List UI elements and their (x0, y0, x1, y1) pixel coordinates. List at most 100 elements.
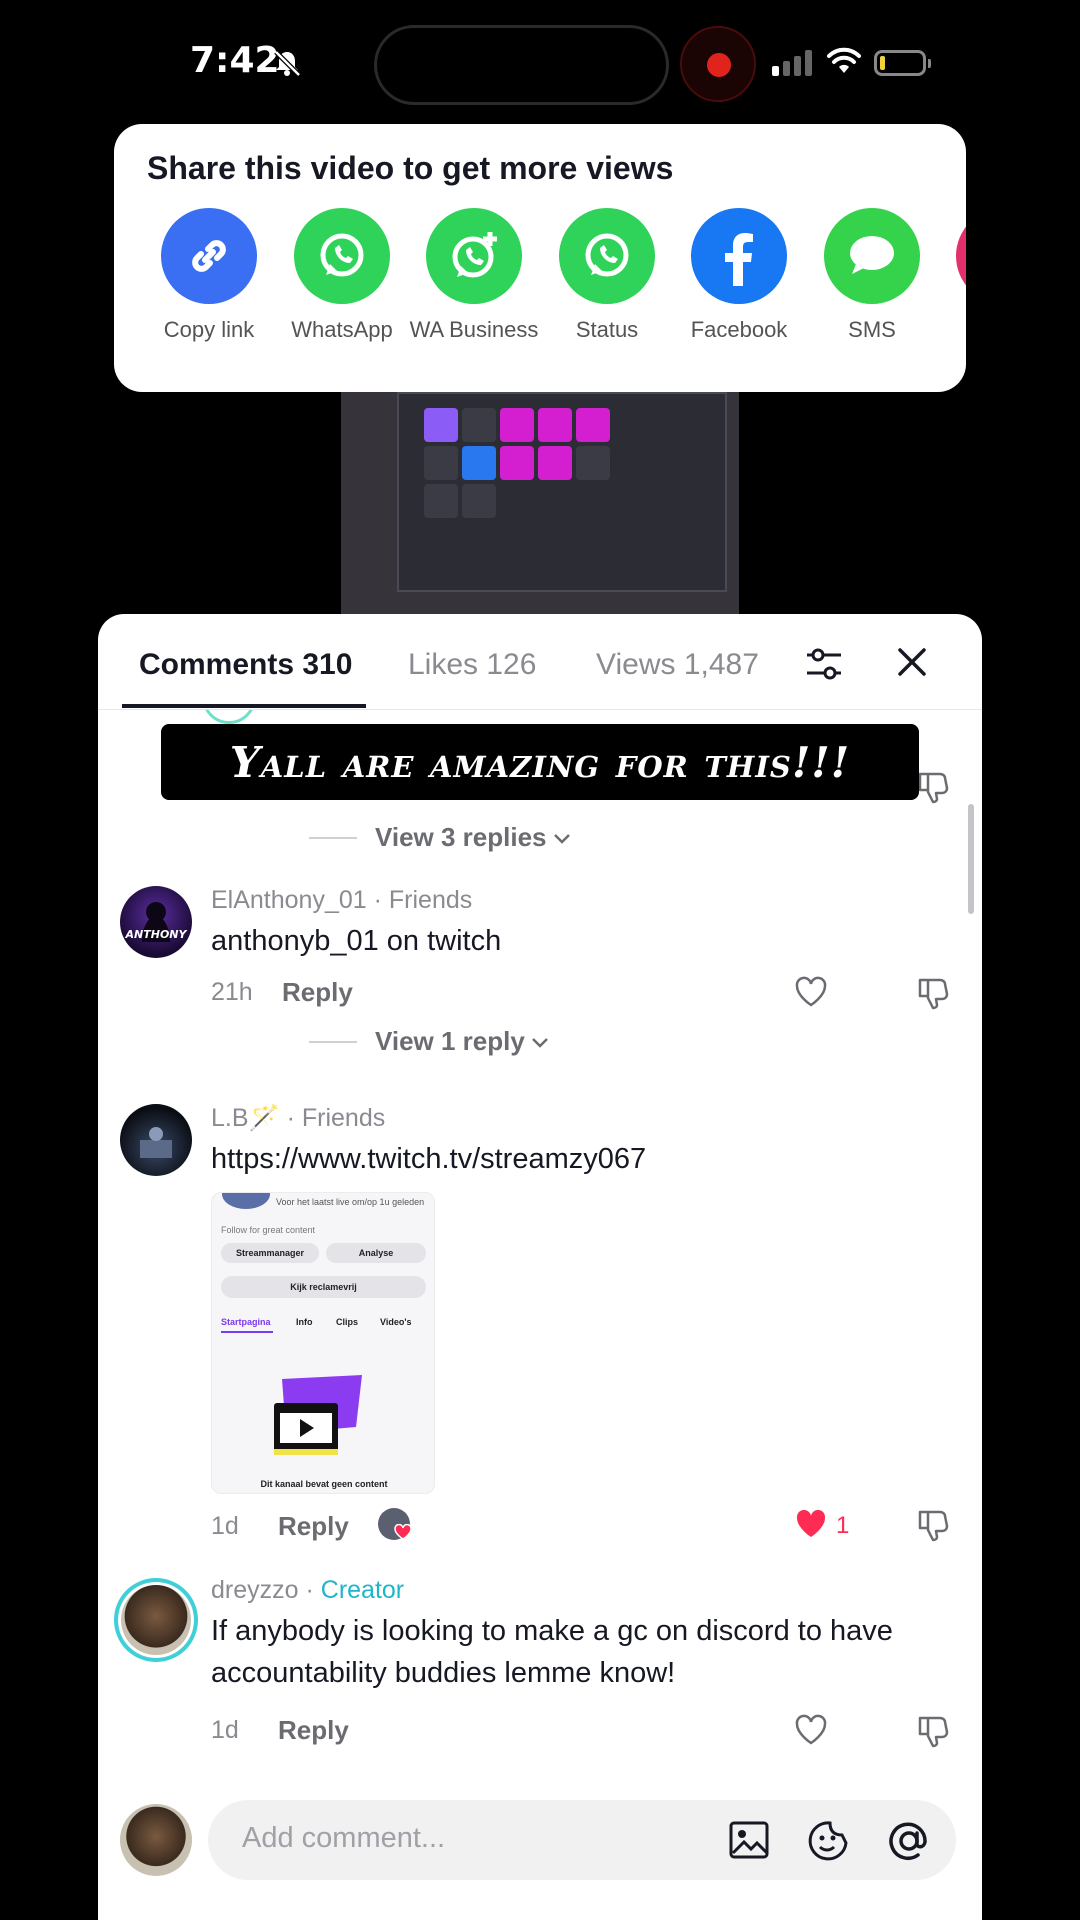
tile (424, 446, 458, 480)
chevron-down-icon (553, 833, 570, 844)
share-facebook[interactable]: Facebook (673, 208, 805, 344)
view-replies-label: View 1 reply (375, 1026, 525, 1056)
svg-text:ANTHONY: ANTHONY (125, 928, 188, 941)
user-avatar (120, 1804, 192, 1876)
video-caption-overlay: Yall are amazing for this!!! (161, 724, 919, 800)
share-label: In (938, 316, 966, 344)
image-tab-underline (221, 1331, 273, 1333)
creator-avatar[interactable] (114, 1578, 198, 1662)
share-wa-business[interactable]: WA Business (408, 208, 540, 344)
bell-muted-icon (274, 50, 301, 77)
tab-underline (122, 704, 366, 708)
username[interactable]: L.B🪄 (211, 1104, 280, 1132)
dynamic-island (374, 25, 669, 105)
share-panel: Share this video to get more views Copy … (114, 124, 966, 392)
facebook-icon (691, 208, 787, 304)
dislike-icon[interactable] (916, 1714, 950, 1748)
divider (309, 836, 357, 839)
creator-badge: Creator (320, 1576, 405, 1604)
share-label: Facebook (690, 317, 788, 342)
image-tab: Video's (380, 1317, 412, 1327)
reply-button[interactable]: Reply (278, 1511, 349, 1542)
link-icon (161, 208, 257, 304)
tile (576, 408, 610, 442)
scrollbar[interactable] (968, 804, 974, 914)
share-label: SMS (848, 317, 896, 342)
share-title: Share this video to get more views (147, 150, 674, 186)
avatar (202, 710, 256, 724)
dislike-icon[interactable] (916, 770, 950, 804)
share-label: WA Business (409, 317, 539, 342)
comment-username[interactable]: dreyzzo · Creator (211, 1576, 404, 1605)
tile (462, 484, 496, 518)
heart-badge-icon (394, 1524, 412, 1540)
share-label: WhatsApp (291, 317, 393, 342)
emoji-sticker-icon[interactable] (806, 1819, 850, 1863)
comment-text[interactable]: https://www.twitch.tv/streamzy067 (211, 1138, 911, 1180)
sms-icon (824, 208, 920, 304)
tile (500, 446, 534, 480)
heart-filled-icon[interactable] (794, 1508, 828, 1540)
comment-username[interactable]: ElAnthony_01 · Friends (211, 886, 472, 915)
comment-text: If anybody is looking to make a gc on di… (211, 1615, 893, 1689)
friends-badge: Friends (301, 1104, 386, 1132)
share-whatsapp[interactable]: WhatsApp (276, 208, 408, 344)
status-bar: 7:42 (0, 0, 1080, 120)
heart-icon[interactable] (794, 976, 828, 1008)
image-follow-text: Follow for great content (221, 1225, 316, 1235)
divider (309, 1040, 357, 1043)
tile (538, 408, 572, 442)
comment-text: anthonyb_01 on twitch (211, 925, 502, 957)
video-illustration-icon (274, 1375, 362, 1455)
tile (576, 446, 610, 480)
filter-icon[interactable] (804, 644, 844, 684)
view-replies-label: View 3 replies (375, 822, 547, 852)
comments-sheet: Comments 310 Likes 126 Views 1,487 View … (98, 614, 982, 1920)
tile (538, 446, 572, 480)
tab-comments[interactable]: Comments 310 (139, 648, 352, 682)
battery-icon (874, 50, 931, 76)
image-tab: Info (296, 1317, 313, 1327)
heart-icon[interactable] (794, 1714, 828, 1746)
image-icon[interactable] (728, 1820, 770, 1860)
image-empty-text: Dit kanaal bevat geen content (260, 1479, 388, 1489)
comment-tabs: Comments 310 Likes 126 Views 1,487 (98, 614, 982, 710)
mention-icon[interactable] (886, 1818, 932, 1864)
avatar[interactable]: ANTHONY (120, 886, 192, 958)
image-tab: Clips (336, 1317, 359, 1327)
video-screen (397, 392, 727, 592)
tile (462, 446, 496, 480)
username[interactable]: ElAnthony_01 (211, 886, 367, 914)
username[interactable]: dreyzzo (211, 1576, 299, 1604)
tab-views[interactable]: Views 1,487 (596, 648, 759, 682)
view-replies-button[interactable]: View 1 reply (309, 1026, 551, 1057)
comment-input-placeholder: Add comment... (242, 1822, 446, 1854)
image-btn-adfree: Kijk reclamevrij (221, 1276, 426, 1298)
comment-input[interactable]: Add comment... (208, 1800, 956, 1880)
recording-indicator (680, 26, 756, 102)
reply-button[interactable]: Reply (278, 1715, 349, 1746)
comment-username[interactable]: L.B🪄 · Friends (211, 1104, 385, 1133)
chevron-down-icon (531, 1037, 548, 1048)
tab-likes[interactable]: Likes 126 (408, 648, 536, 682)
image-btn-analyse: Analyse (326, 1243, 426, 1263)
share-status[interactable]: Status (541, 208, 673, 344)
reply-button[interactable]: Reply (282, 977, 353, 1008)
avatar[interactable] (120, 1104, 192, 1176)
share-sms[interactable]: SMS (806, 208, 938, 344)
dislike-icon[interactable] (916, 1508, 950, 1542)
creator-liked-avatar (378, 1508, 412, 1540)
share-instagram[interactable]: In (938, 208, 966, 344)
comment-image[interactable]: Voor het laatst live om/op 1u geleden Fo… (211, 1192, 435, 1494)
close-icon[interactable] (896, 646, 928, 678)
channel-avatar (222, 1193, 270, 1209)
comment-time: 21h (211, 978, 253, 1006)
share-copy-link[interactable]: Copy link (143, 208, 275, 344)
comment-time: 1d (211, 1512, 239, 1540)
comment-time: 1d (211, 1716, 239, 1744)
wifi-icon (827, 47, 861, 73)
video-preview[interactable] (341, 392, 739, 614)
friends-badge: Friends (388, 886, 473, 914)
dislike-icon[interactable] (916, 976, 950, 1010)
view-replies-button[interactable]: View 3 replies (309, 822, 573, 853)
